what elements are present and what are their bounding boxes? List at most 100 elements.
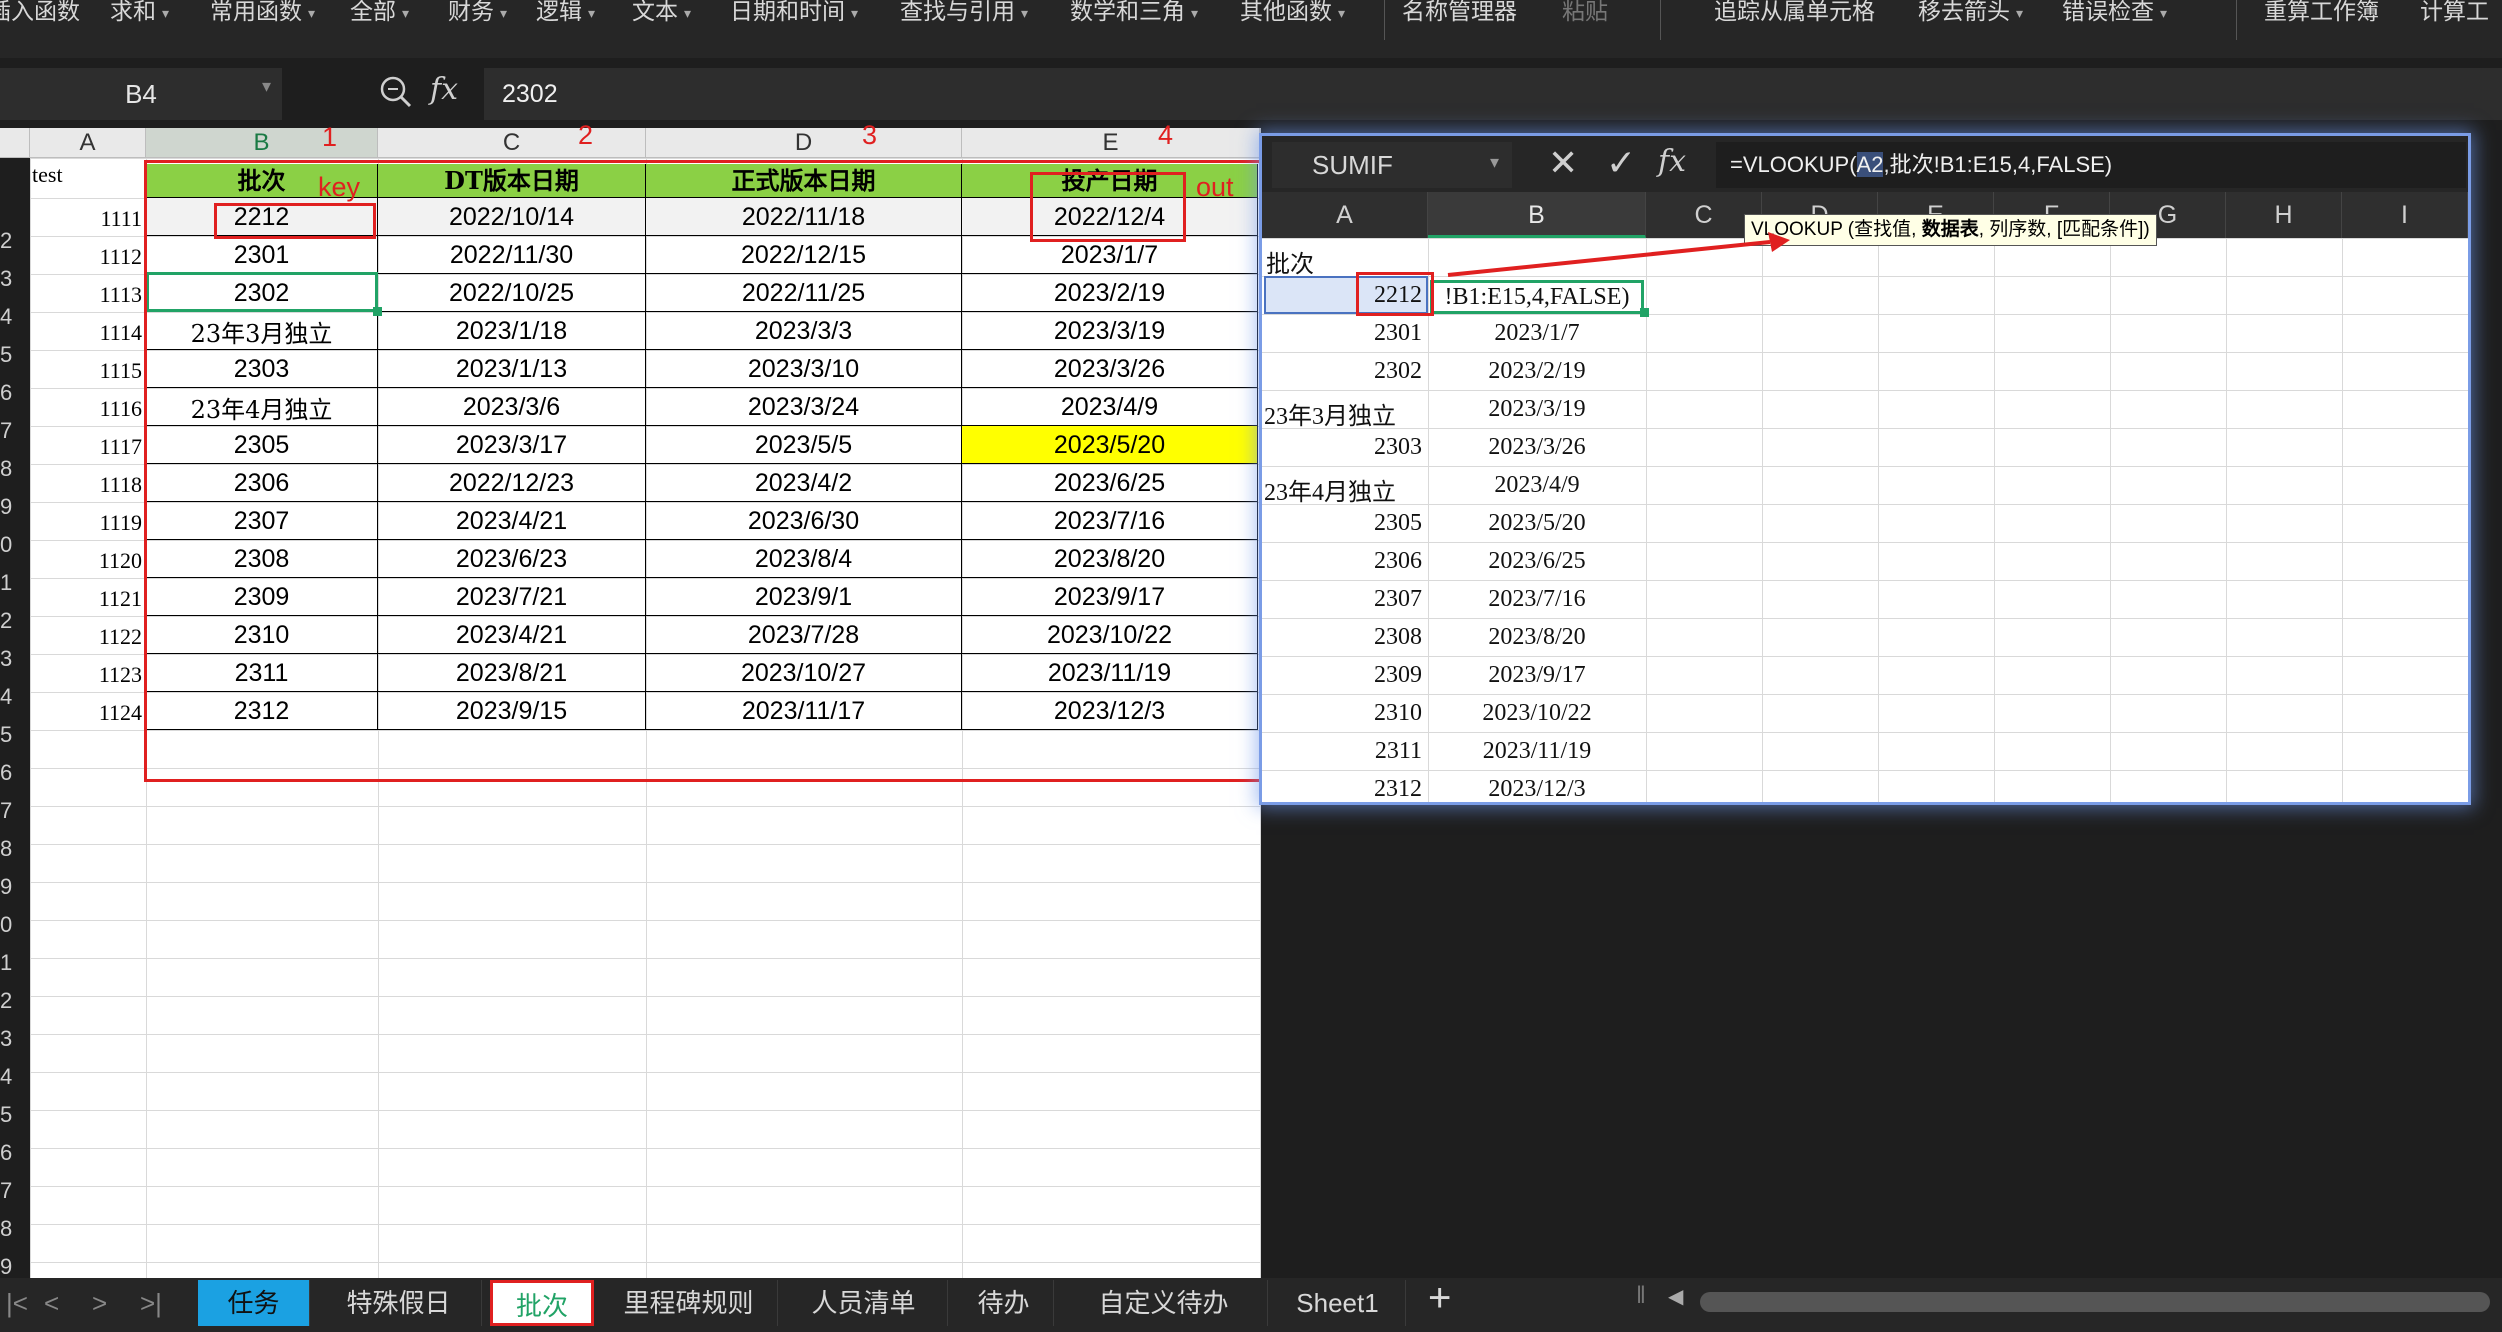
cell-a5[interactable]: 1114: [30, 320, 142, 352]
row-number[interactable]: 3: [0, 1026, 30, 1056]
ribbon-item-11[interactable]: 名称管理器: [1402, 0, 1517, 26]
popup-cell-a1[interactable]: 批次: [1266, 244, 1314, 279]
popup-column-header-I[interactable]: I: [2342, 192, 2468, 238]
cell-a13[interactable]: 1122: [30, 624, 142, 656]
row-number[interactable]: 9: [0, 874, 30, 904]
popup-cell-b[interactable]: 2023/3/19: [1428, 396, 1646, 423]
row-number[interactable]: 3: [0, 646, 30, 676]
row-number[interactable]: 1: [0, 950, 30, 980]
popup-cell-a[interactable]: 2312: [1330, 776, 1422, 803]
row-number[interactable]: 4: [0, 1064, 30, 1094]
popup-cell-a[interactable]: 23年4月独立: [1264, 472, 1424, 507]
ribbon-item-8[interactable]: 查找与引用 ▾: [900, 0, 1028, 26]
cell-a4[interactable]: 1113: [30, 282, 142, 314]
ribbon-item-1[interactable]: 求和 ▾: [110, 0, 169, 26]
popup-name-box[interactable]: SUMIF: [1272, 142, 1512, 188]
formula-input[interactable]: 2302: [484, 68, 2502, 120]
popup-cell-b[interactable]: 2023/11/19: [1428, 738, 1646, 765]
popup-cell-b[interactable]: 2023/1/7: [1428, 320, 1646, 347]
cell-a7[interactable]: 1116: [30, 396, 142, 428]
popup-cell-b[interactable]: 2023/12/3: [1428, 776, 1646, 803]
cell-a11[interactable]: 1120: [30, 548, 142, 580]
column-header-D[interactable]: D: [646, 128, 962, 158]
popup-cell-a[interactable]: 2301: [1330, 320, 1422, 347]
ribbon-item-13[interactable]: 追踪从属单元格: [1714, 0, 1875, 26]
fx-icon[interactable]: fx: [430, 72, 458, 107]
tab-5[interactable]: 待办: [954, 1280, 1054, 1326]
ribbon-item-17[interactable]: 计算工: [2420, 0, 2489, 26]
ribbon-item-9[interactable]: 数学和三角 ▾: [1070, 0, 1198, 26]
popup-cell-b[interactable]: 2023/9/17: [1428, 662, 1646, 689]
cell-a3[interactable]: 1112: [30, 244, 142, 276]
row-number[interactable]: 5: [0, 722, 30, 752]
column-header-corner[interactable]: [0, 128, 30, 158]
row-number[interactable]: 8: [0, 456, 30, 486]
popup-cell-b[interactable]: 2023/7/16: [1428, 586, 1646, 613]
popup-cell-a[interactable]: 2311: [1330, 738, 1422, 765]
ribbon-item-4[interactable]: 财务 ▾: [448, 0, 507, 26]
row-number[interactable]: 2: [0, 988, 30, 1018]
popup-formula-input[interactable]: =VLOOKUP(A2,批次!B1:E15,4,FALSE): [1716, 142, 2466, 188]
ribbon-item-14[interactable]: 移去箭头 ▾: [1918, 0, 2023, 26]
splitter-icon[interactable]: ‖: [1636, 1282, 1646, 1310]
popup-cell-a[interactable]: 2310: [1330, 700, 1422, 727]
cell-a1[interactable]: test: [32, 162, 142, 196]
tab-4[interactable]: 人员清单: [780, 1280, 948, 1326]
popup-cell-a[interactable]: 2303: [1330, 434, 1422, 461]
first-sheet-icon[interactable]: |<: [6, 1280, 28, 1326]
popup-cell-a[interactable]: 2308: [1330, 624, 1422, 651]
cell-a6[interactable]: 1115: [30, 358, 142, 390]
cancel-icon[interactable]: ✕: [1548, 142, 1578, 184]
row-number[interactable]: 0: [0, 912, 30, 942]
tab-7[interactable]: Sheet1: [1270, 1280, 1406, 1326]
row-number[interactable]: 8: [0, 1216, 30, 1246]
scroll-left-icon[interactable]: ◀: [1668, 1284, 1683, 1309]
row-number[interactable]: 8: [0, 836, 30, 866]
tab-1[interactable]: 特殊假日: [316, 1280, 482, 1326]
fx-icon[interactable]: fx: [1658, 144, 1686, 179]
tab-6[interactable]: 自定义待办: [1060, 1280, 1268, 1326]
popup-cell-b[interactable]: 2023/4/9: [1428, 472, 1646, 499]
popup-cell-b[interactable]: 2023/10/22: [1428, 700, 1646, 727]
popup-cell-b[interactable]: 2023/8/20: [1428, 624, 1646, 651]
row-number[interactable]: 7: [0, 418, 30, 448]
ribbon-item-16[interactable]: 重算工作簿: [2264, 0, 2379, 26]
horizontal-scrollbar[interactable]: [1700, 1292, 2490, 1312]
row-number[interactable]: 6: [0, 380, 30, 410]
row-number[interactable]: 6: [0, 760, 30, 790]
row-number[interactable]: 9: [0, 494, 30, 524]
cell-a10[interactable]: 1119: [30, 510, 142, 542]
last-sheet-icon[interactable]: >|: [140, 1280, 162, 1326]
popup-cell-b[interactable]: 2023/5/20: [1428, 510, 1646, 537]
column-header-B[interactable]: B: [146, 128, 378, 158]
add-sheet-icon[interactable]: +: [1428, 1276, 1451, 1321]
zoom-search-icon[interactable]: [376, 72, 416, 117]
row-number[interactable]: 5: [0, 1102, 30, 1132]
popup-column-header-H[interactable]: H: [2226, 192, 2342, 238]
next-sheet-icon[interactable]: >: [92, 1280, 107, 1326]
popup-cell-b[interactable]: 2023/3/26: [1428, 434, 1646, 461]
cell-a8[interactable]: 1117: [30, 434, 142, 466]
chevron-down-icon[interactable]: ▾: [262, 76, 271, 97]
cell-a15[interactable]: 1124: [30, 700, 142, 732]
popup-cell-a[interactable]: 2302: [1330, 358, 1422, 385]
ribbon-item-0[interactable]: 插入函数: [0, 0, 80, 26]
popup-cell-a[interactable]: 2305: [1330, 510, 1422, 537]
ribbon-item-10[interactable]: 其他函数 ▾: [1240, 0, 1345, 26]
confirm-check-icon[interactable]: ✓: [1606, 142, 1636, 184]
ribbon-item-5[interactable]: 逻辑 ▾: [536, 0, 595, 26]
column-header-E[interactable]: E: [962, 128, 1260, 158]
tab-2[interactable]: 批次: [490, 1280, 594, 1326]
column-header-A[interactable]: A: [30, 128, 146, 158]
cell-a14[interactable]: 1123: [30, 662, 142, 694]
row-number[interactable]: 5: [0, 342, 30, 372]
tab-3[interactable]: 里程碑规则: [600, 1280, 778, 1326]
popup-cell-b[interactable]: 2023/6/25: [1428, 548, 1646, 575]
ribbon-item-6[interactable]: 文本 ▾: [632, 0, 691, 26]
row-number[interactable]: 2: [0, 608, 30, 638]
row-number[interactable]: 0: [0, 532, 30, 562]
popup-column-header-A[interactable]: A: [1262, 192, 1428, 238]
row-number[interactable]: 6: [0, 1140, 30, 1170]
column-header-C[interactable]: C: [378, 128, 646, 158]
popup-cell-a[interactable]: 2307: [1330, 586, 1422, 613]
